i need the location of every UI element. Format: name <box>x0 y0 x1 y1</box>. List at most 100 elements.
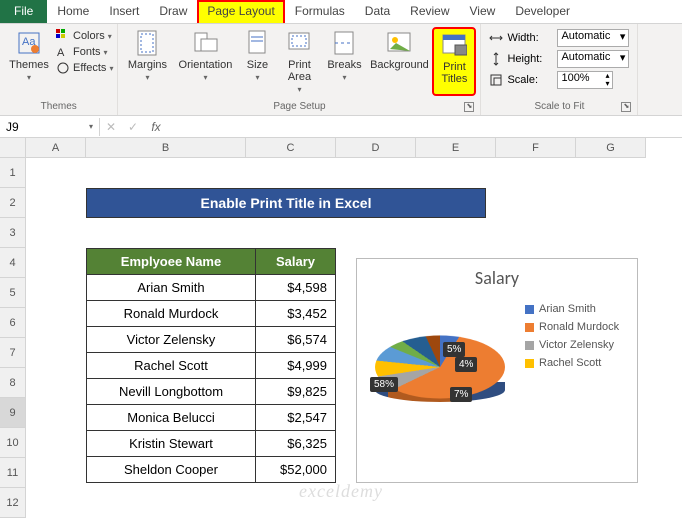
print-titles-icon <box>440 31 468 59</box>
row-header[interactable]: 12 <box>0 488 26 518</box>
row-header[interactable]: 9 <box>0 398 26 428</box>
width-select[interactable]: Automatic ▾ <box>557 29 629 47</box>
tab-view[interactable]: View <box>460 0 506 23</box>
colors-button[interactable]: Colors▾ <box>56 29 113 43</box>
sheet-title-cell[interactable]: Enable Print Title in Excel <box>86 188 486 218</box>
cell-salary[interactable]: $4,598 <box>256 275 336 301</box>
tab-home[interactable]: Home <box>47 0 99 23</box>
tab-page-layout[interactable]: Page Layout <box>197 0 284 23</box>
salary-chart[interactable]: Salary 58% 7% 5% 4% Arian Smith Ronald M… <box>356 258 638 483</box>
print-area-button[interactable]: Print Area▾ <box>278 27 320 96</box>
name-box[interactable]: J9▾ <box>0 118 100 136</box>
cell-salary[interactable]: $9,825 <box>256 379 336 405</box>
table-header-row: Emplyoee Name Salary <box>87 249 336 275</box>
row-header[interactable]: 3 <box>0 218 26 248</box>
pie-label: 7% <box>450 387 472 402</box>
row-header[interactable]: 1 <box>0 158 26 188</box>
cell-salary[interactable]: $52,000 <box>256 457 336 483</box>
scale-launcher[interactable]: ⬊ <box>621 102 631 112</box>
col-header[interactable]: F <box>496 138 576 158</box>
column-headers: A B C D E F G <box>26 138 682 158</box>
cell-salary[interactable]: $4,999 <box>256 353 336 379</box>
row-header[interactable]: 5 <box>0 278 26 308</box>
row-header[interactable]: 4 <box>0 248 26 278</box>
cell-name[interactable]: Ronald Murdock <box>87 301 256 327</box>
print-area-label: Print Area <box>288 59 311 83</box>
row-header[interactable]: 8 <box>0 368 26 398</box>
legend-swatch <box>525 323 534 332</box>
col-header[interactable]: C <box>246 138 336 158</box>
table-row: Kristin Stewart$6,325 <box>87 431 336 457</box>
cell-salary[interactable]: $2,547 <box>256 405 336 431</box>
effects-label: Effects <box>73 62 106 74</box>
col-header[interactable]: A <box>26 138 86 158</box>
legend-item: Ronald Murdock <box>525 321 619 333</box>
tab-draw[interactable]: Draw <box>149 0 197 23</box>
chevron-down-icon: ▾ <box>342 73 346 82</box>
pie-label: 58% <box>370 377 398 392</box>
table-row: Monica Belucci$2,547 <box>87 405 336 431</box>
header-salary[interactable]: Salary <box>256 249 336 275</box>
select-all-corner[interactable] <box>0 138 26 158</box>
row-header[interactable]: 11 <box>0 458 26 488</box>
cell-name[interactable]: Rachel Scott <box>87 353 256 379</box>
col-header[interactable]: G <box>576 138 646 158</box>
row-header[interactable]: 2 <box>0 188 26 218</box>
chevron-down-icon: ▾ <box>203 73 207 82</box>
margins-button[interactable]: Margins▾ <box>122 27 172 96</box>
page-setup-launcher[interactable]: ⬊ <box>464 102 474 112</box>
tab-insert[interactable]: Insert <box>99 0 149 23</box>
cell-salary[interactable]: $3,452 <box>256 301 336 327</box>
spinner-icon[interactable]: ▴▾ <box>605 72 609 88</box>
chevron-down-icon: ▾ <box>620 30 626 43</box>
print-titles-button[interactable]: Print Titles <box>432 27 476 96</box>
scale-icon <box>489 73 503 87</box>
row-header[interactable]: 6 <box>0 308 26 338</box>
cell-name[interactable]: Nevill Longbottom <box>87 379 256 405</box>
cell-salary[interactable]: $6,325 <box>256 431 336 457</box>
cell-name[interactable]: Victor Zelensky <box>87 327 256 353</box>
chevron-down-icon: ▾ <box>108 32 112 41</box>
cell-salary[interactable]: $6,574 <box>256 327 336 353</box>
orientation-icon <box>191 29 219 57</box>
col-header[interactable]: D <box>336 138 416 158</box>
scale-input[interactable]: 100% ▴▾ <box>557 71 613 89</box>
formula-input[interactable] <box>168 125 682 129</box>
table-row: Ronald Murdock$3,452 <box>87 301 336 327</box>
row-header[interactable]: 7 <box>0 338 26 368</box>
tab-developer[interactable]: Developer <box>505 0 580 23</box>
orientation-button[interactable]: Orientation▾ <box>174 27 236 96</box>
margins-label: Margins <box>128 59 167 71</box>
table-row: Rachel Scott$4,999 <box>87 353 336 379</box>
fonts-button[interactable]: A Fonts▾ <box>56 45 113 59</box>
tab-review[interactable]: Review <box>400 0 459 23</box>
legend-item: Rachel Scott <box>525 357 619 369</box>
breaks-button[interactable]: Breaks▾ <box>322 27 366 96</box>
height-select[interactable]: Automatic ▾ <box>557 50 629 68</box>
effects-button[interactable]: Effects▾ <box>56 61 113 75</box>
header-name[interactable]: Emplyoee Name <box>87 249 256 275</box>
tab-data[interactable]: Data <box>355 0 400 23</box>
col-header[interactable]: E <box>416 138 496 158</box>
fx-button[interactable]: fx <box>144 120 168 134</box>
cell-name[interactable]: Arian Smith <box>87 275 256 301</box>
cell-name[interactable]: Kristin Stewart <box>87 431 256 457</box>
cell-name[interactable]: Sheldon Cooper <box>87 457 256 483</box>
height-icon <box>489 52 503 66</box>
col-header[interactable]: B <box>86 138 246 158</box>
row-header[interactable]: 10 <box>0 428 26 458</box>
themes-label: Themes <box>9 59 49 71</box>
tab-file[interactable]: File <box>0 0 47 23</box>
cell-name[interactable]: Monica Belucci <box>87 405 256 431</box>
background-button[interactable]: Background <box>368 27 430 96</box>
colors-icon <box>56 29 70 43</box>
themes-button[interactable]: Aa Themes ▾ <box>4 27 54 84</box>
scale-label: Scale: <box>507 74 553 86</box>
margins-icon <box>133 29 161 57</box>
background-label: Background <box>370 59 429 71</box>
size-button[interactable]: Size▾ <box>238 27 276 96</box>
background-icon <box>385 29 413 57</box>
tab-formulas[interactable]: Formulas <box>285 0 355 23</box>
enter-formula-button: ✓ <box>122 120 144 134</box>
ribbon-tab-bar: File Home Insert Draw Page Layout Formul… <box>0 0 682 24</box>
